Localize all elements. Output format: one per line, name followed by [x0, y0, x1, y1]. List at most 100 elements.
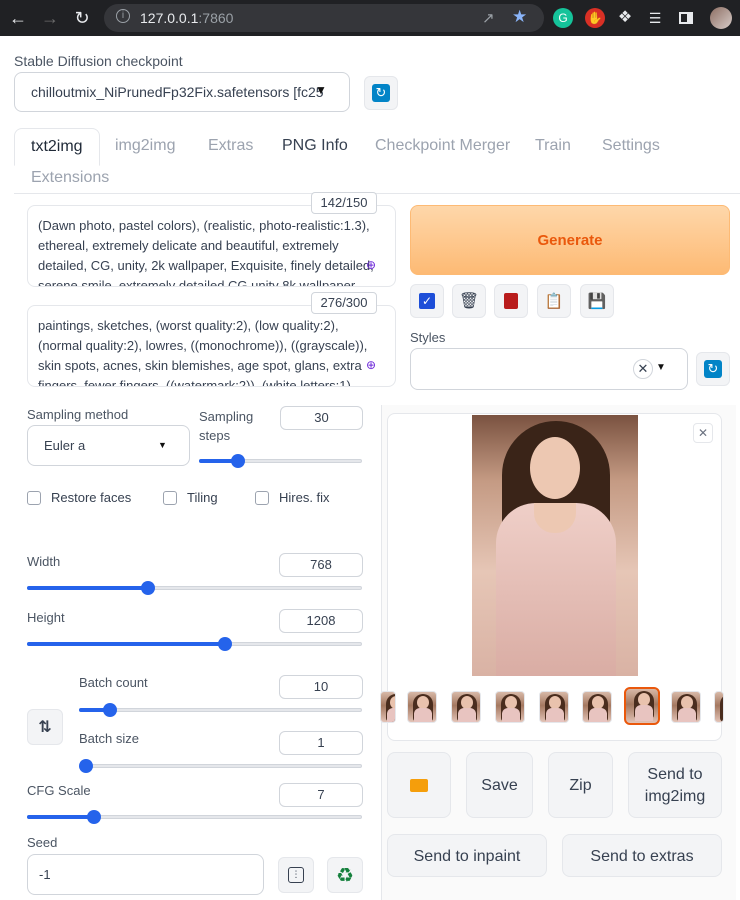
- tiling-checkbox[interactable]: [163, 491, 177, 505]
- url-port: :7860: [198, 10, 234, 26]
- gallery-thumbnail[interactable]: [671, 691, 701, 723]
- read-params-button[interactable]: ✓: [410, 284, 444, 318]
- send-to-inpaint-button[interactable]: Send to inpaint: [387, 834, 547, 877]
- seed-value: -1: [39, 867, 51, 882]
- negative-prompt-input[interactable]: paintings, sketches, (worst quality:2), …: [27, 305, 396, 387]
- tab-img2img[interactable]: img2img: [115, 128, 175, 164]
- width-slider[interactable]: [27, 578, 362, 598]
- batch-size-label: Batch size: [79, 731, 139, 746]
- tab-settings[interactable]: Settings: [602, 128, 660, 164]
- batch-size-input[interactable]: 1: [279, 731, 363, 755]
- restore-faces-checkbox[interactable]: [27, 491, 41, 505]
- checkpoint-label: Stable Diffusion checkpoint: [14, 53, 183, 69]
- gallery-thumbnail[interactable]: [407, 691, 437, 723]
- checkpoint-dropdown[interactable]: chilloutmix_NiPrunedFp32Fix.safetensors …: [14, 72, 350, 112]
- refresh-checkpoint-button[interactable]: ↻: [364, 76, 398, 110]
- face-shape: [530, 437, 580, 499]
- tab-extensions[interactable]: Extensions: [31, 160, 109, 196]
- width-input[interactable]: 768: [279, 553, 363, 577]
- gallery-thumbnail[interactable]: [582, 691, 612, 723]
- cfg-scale-label: CFG Scale: [27, 783, 91, 798]
- reload-icon[interactable]: ↻: [70, 6, 94, 30]
- thumbnail-body: [635, 705, 653, 721]
- thumbnail-body: [458, 708, 476, 722]
- hires-fix-checkbox[interactable]: [255, 491, 269, 505]
- slider-thumb[interactable]: [87, 810, 101, 824]
- tab-train[interactable]: Train: [535, 128, 571, 164]
- tab-checkpoint-merger[interactable]: Checkpoint Merger: [375, 128, 510, 164]
- slider-fill: [27, 815, 94, 819]
- open-folder-button[interactable]: [387, 752, 451, 818]
- refresh-styles-button[interactable]: ↻: [696, 352, 730, 386]
- arrow-right-icon[interactable]: →: [38, 6, 62, 30]
- slider-thumb[interactable]: [141, 581, 155, 595]
- styles-dropdown[interactable]: ✕ ▼: [410, 348, 688, 390]
- address-bar[interactable]: i 127.0.0.1:7860 ↗ ★: [104, 4, 544, 32]
- send-to-extras-button[interactable]: Send to extras: [562, 834, 722, 877]
- slider-thumb[interactable]: [103, 703, 117, 717]
- slider-thumb[interactable]: [79, 759, 93, 773]
- avatar[interactable]: [710, 7, 732, 29]
- share-icon[interactable]: ↗: [482, 9, 495, 27]
- reuse-seed-button[interactable]: ♻: [327, 857, 363, 893]
- gallery-thumbnail[interactable]: [539, 691, 569, 723]
- clear-styles-icon[interactable]: ✕: [633, 359, 653, 379]
- gallery-thumbnail[interactable]: [495, 691, 525, 723]
- cfg-scale-input[interactable]: 7: [279, 783, 363, 807]
- url-host: 127.0.0.1: [140, 10, 199, 26]
- grammarly-icon[interactable]: G: [553, 8, 573, 28]
- generate-button[interactable]: Generate: [410, 205, 730, 275]
- save-style-button[interactable]: 💾: [580, 284, 614, 318]
- batch-size-slider[interactable]: [79, 756, 362, 776]
- send-to-img2img-button[interactable]: Send to img2img: [628, 752, 722, 818]
- batch-count-slider[interactable]: [79, 700, 362, 720]
- thumbnail-body: [546, 708, 564, 722]
- close-icon[interactable]: ✕: [693, 423, 713, 443]
- gallery-thumbnail[interactable]: [451, 691, 481, 723]
- sampling-steps-label: Sampling steps: [199, 409, 254, 443]
- thumbnail-body: [414, 708, 432, 722]
- slider-thumb[interactable]: [231, 454, 245, 468]
- star-icon[interactable]: ★: [512, 7, 527, 27]
- slider-track: [79, 708, 362, 712]
- styles-label: Styles: [410, 330, 446, 345]
- chevron-down-icon: ▼: [158, 440, 167, 450]
- gallery-thumbnail[interactable]: [380, 691, 396, 723]
- media-icon[interactable]: ☰: [645, 8, 665, 28]
- random-seed-button[interactable]: ⋮: [278, 857, 314, 893]
- arrow-left-icon[interactable]: ←: [6, 6, 30, 30]
- apply-style-button[interactable]: 📋: [537, 284, 571, 318]
- tab-png-info[interactable]: PNG Info: [282, 128, 348, 164]
- tiling-label: Tiling: [187, 490, 218, 505]
- swap-dimensions-button[interactable]: ⇅: [27, 709, 63, 745]
- save-button[interactable]: Save: [466, 752, 533, 818]
- cfg-scale-slider[interactable]: [27, 807, 362, 827]
- sampling-method-label: Sampling method: [27, 407, 129, 422]
- checkbox-icon: ✓: [419, 293, 435, 309]
- gallery-thumbnail[interactable]: [714, 691, 724, 723]
- clear-prompt-button[interactable]: 🗑: [452, 284, 486, 318]
- height-slider[interactable]: [27, 634, 362, 654]
- seed-input[interactable]: -1: [27, 854, 264, 895]
- sampling-steps-input[interactable]: 30: [280, 406, 363, 430]
- zip-button[interactable]: Zip: [548, 752, 613, 818]
- tab-extras[interactable]: Extras: [208, 128, 253, 164]
- width-label: Width: [27, 554, 61, 569]
- adblock-icon[interactable]: ✋: [585, 8, 605, 28]
- prompt-input[interactable]: (Dawn photo, pastel colors), (realistic,…: [27, 205, 396, 287]
- info-icon[interactable]: i: [116, 9, 130, 23]
- batch-count-input[interactable]: 10: [279, 675, 363, 699]
- negative-prompt-text: paintings, sketches, (worst quality:2), …: [38, 318, 368, 387]
- gallery-thumbnail-selected[interactable]: [624, 687, 660, 725]
- sampling-steps-slider[interactable]: [199, 451, 362, 471]
- sidepanel-icon[interactable]: [676, 8, 696, 28]
- generated-image[interactable]: [472, 415, 638, 676]
- show-extra-networks-button[interactable]: [494, 284, 528, 318]
- slider-thumb[interactable]: [218, 637, 232, 651]
- recycle-icon: ♻: [336, 864, 354, 887]
- extensions-icon[interactable]: ❖: [615, 8, 635, 28]
- sampling-method-dropdown[interactable]: Euler a ▼: [27, 425, 190, 466]
- refresh-icon: ↻: [704, 360, 722, 378]
- height-input[interactable]: 1208: [279, 609, 363, 633]
- slider-fill: [27, 642, 225, 646]
